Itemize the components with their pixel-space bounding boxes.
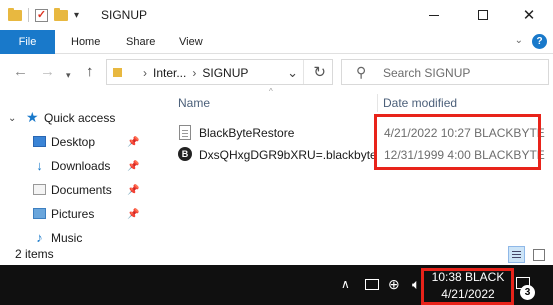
status-bar: 2 items bbox=[0, 244, 553, 265]
up-arrow-icon[interactable]: ↑ bbox=[86, 64, 94, 79]
show-hidden-icons-chevron-icon[interactable]: ∧ bbox=[341, 277, 350, 291]
sidebar-item-label: Downloads bbox=[51, 159, 111, 173]
toolbar-divider bbox=[28, 8, 29, 22]
notification-center-button[interactable]: 3 bbox=[514, 275, 536, 300]
column-header-date-modified[interactable]: Date modified bbox=[383, 96, 457, 110]
pin-icon[interactable]: 📌 bbox=[127, 161, 139, 172]
breadcrumb-item-internet[interactable]: Inter... bbox=[153, 66, 186, 80]
sidebar-item-label: Music bbox=[51, 231, 83, 244]
quick-access-toolbar: ✓ ▾ bbox=[8, 7, 79, 23]
ribbon-tabs: File Home Share View ⌄ ? bbox=[0, 30, 553, 54]
date-highlight-box bbox=[374, 114, 541, 170]
blackbyte-file-icon: B bbox=[178, 147, 192, 161]
sort-ascending-icon: ^ bbox=[269, 87, 273, 96]
folder-icon bbox=[113, 68, 122, 77]
breadcrumb-separator[interactable]: › bbox=[143, 66, 147, 80]
search-placeholder: Search SIGNUP bbox=[383, 66, 471, 80]
pin-icon[interactable]: 📌 bbox=[127, 209, 139, 220]
close-icon: ✕ bbox=[522, 6, 536, 24]
volume-icon[interactable]: 🔈︎ bbox=[412, 277, 420, 291]
details-view-icon[interactable] bbox=[508, 246, 525, 263]
window-title: SIGNUP bbox=[101, 8, 148, 22]
breadcrumb: › Inter... › SIGNUP bbox=[143, 66, 248, 80]
pictures-icon bbox=[33, 208, 46, 219]
navigation-pane: ⌄ ★ Quick access Desktop 📌 ↓ Downloads 📌… bbox=[0, 104, 148, 244]
sidebar-item-label: Quick access bbox=[44, 111, 116, 125]
sidebar-item-desktop[interactable]: Desktop 📌 bbox=[0, 130, 148, 154]
address-divider bbox=[303, 60, 304, 84]
column-divider[interactable] bbox=[377, 94, 378, 112]
notification-count-badge: 3 bbox=[520, 285, 535, 300]
network-icon[interactable] bbox=[365, 279, 379, 290]
recent-locations-chevron-icon[interactable]: ▾ bbox=[66, 68, 71, 83]
maximize-button[interactable] bbox=[460, 0, 506, 30]
pin-icon[interactable]: 📌 bbox=[127, 185, 139, 196]
title-bar: ✓ ▾ SIGNUP ✕ bbox=[0, 0, 553, 30]
folder-icon[interactable] bbox=[8, 7, 22, 21]
documents-icon bbox=[33, 184, 46, 195]
expand-ribbon-chevron-icon[interactable]: ⌄ bbox=[515, 35, 523, 46]
sidebar-item-label: Desktop bbox=[51, 135, 96, 149]
music-icon: ♪ bbox=[36, 230, 43, 244]
pin-icon[interactable]: 📌 bbox=[127, 137, 139, 148]
column-header-name[interactable]: Name bbox=[178, 96, 210, 110]
expand-chevron-icon[interactable]: ⌄ bbox=[8, 113, 16, 124]
sidebar-item-documents[interactable]: Documents 📌 bbox=[0, 178, 148, 202]
text-document-icon bbox=[179, 125, 191, 140]
properties-icon[interactable]: ✓ bbox=[35, 8, 48, 22]
tab-home[interactable]: Home bbox=[71, 30, 100, 54]
help-icon[interactable]: ? bbox=[532, 34, 547, 49]
address-bar[interactable]: › Inter... › SIGNUP ⌄ ↻ bbox=[106, 59, 333, 85]
sidebar-item-pictures[interactable]: Pictures 📌 bbox=[0, 202, 148, 226]
desktop-icon bbox=[33, 136, 46, 147]
new-folder-icon[interactable] bbox=[54, 7, 68, 21]
customize-toolbar-chevron-icon[interactable]: ▾ bbox=[74, 10, 79, 21]
large-icons-view-icon[interactable] bbox=[530, 246, 547, 263]
forward-arrow-icon[interactable]: → bbox=[40, 64, 55, 79]
tab-view[interactable]: View bbox=[179, 30, 203, 54]
refresh-icon[interactable]: ↻ bbox=[313, 63, 326, 81]
search-icon: ⚲ bbox=[356, 64, 367, 80]
clock-highlight-box bbox=[421, 268, 514, 305]
maximize-icon bbox=[478, 10, 488, 20]
sidebar-item-downloads[interactable]: ↓ Downloads 📌 bbox=[0, 154, 148, 178]
downloads-icon: ↓ bbox=[36, 158, 43, 173]
file-name: DxsQHxgDGR9bXRU=.blackbyte bbox=[199, 148, 377, 162]
breadcrumb-separator[interactable]: › bbox=[192, 66, 196, 80]
file-name: BlackByteRestore bbox=[199, 126, 295, 140]
globe-icon[interactable]: ⊕ bbox=[388, 277, 400, 291]
star-icon: ★ bbox=[26, 109, 39, 125]
close-button[interactable]: ✕ bbox=[506, 0, 552, 30]
search-input[interactable]: ⚲ Search SIGNUP bbox=[341, 59, 549, 85]
minimize-icon bbox=[429, 14, 439, 16]
sidebar-item-label: Pictures bbox=[51, 207, 95, 221]
back-arrow-icon[interactable]: ← bbox=[13, 64, 28, 79]
sidebar-item-music[interactable]: ♪ Music bbox=[0, 226, 148, 244]
address-dropdown-chevron-icon[interactable]: ⌄ bbox=[287, 65, 298, 81]
breadcrumb-item-signup[interactable]: SIGNUP bbox=[202, 66, 248, 80]
tab-share[interactable]: Share bbox=[126, 30, 155, 54]
item-count: 2 items bbox=[15, 247, 54, 261]
sidebar-item-label: Documents bbox=[51, 183, 112, 197]
tab-file[interactable]: File bbox=[0, 30, 55, 54]
sidebar-item-quick-access[interactable]: ⌄ ★ Quick access bbox=[0, 106, 148, 130]
minimize-button[interactable] bbox=[411, 0, 457, 30]
